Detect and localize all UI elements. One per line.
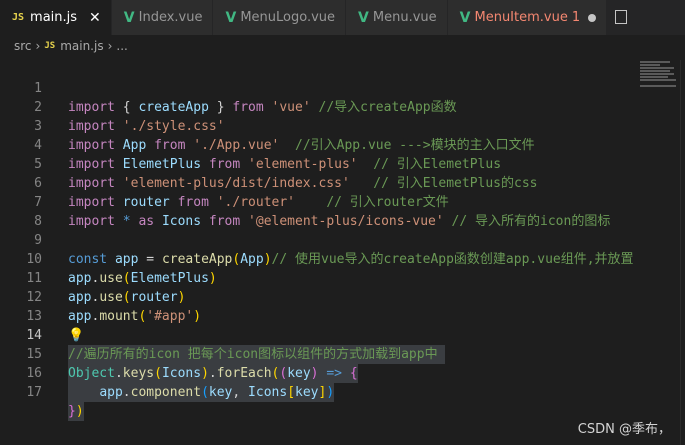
close-icon[interactable]: ✕ [89, 10, 101, 26]
problem-count-badge: 1 [571, 10, 581, 25]
tab-menuitem-vue[interactable]: V MenuItem.vue 1 [447, 0, 608, 35]
code-text: app.component(key, Icons[key]) [68, 383, 335, 402]
code-line: 15 Object.keys(Icons).forEach((key) => { [0, 326, 640, 383]
code-editor[interactable]: 1 import { createApp } from 'vue' //导入cr… [0, 60, 640, 421]
js-icon: JS [12, 12, 25, 23]
vertical-scrollbar[interactable] [680, 60, 685, 445]
tab-label: Menu.vue [372, 10, 437, 25]
breadcrumb-folder[interactable]: src [14, 39, 32, 53]
code-line: 7 import * as Icons from '@element-plus/… [0, 174, 640, 229]
breadcrumb-more[interactable]: ... [116, 39, 127, 53]
tab-index-vue[interactable]: V Index.vue [111, 0, 214, 35]
code-line: 6 import router from './router' // 引入rou… [0, 155, 640, 210]
vue-icon: V [358, 9, 369, 26]
js-icon: JS [44, 41, 56, 51]
code-line: 1 import { createApp } from 'vue' //导入cr… [0, 60, 640, 115]
chevron-right-icon: › [35, 39, 41, 53]
code-line: 14 //遍历所有的icon 把每个icon图标以组件的方式加载到app中 [0, 307, 640, 364]
chevron-right-icon: › [107, 39, 113, 53]
code-line: 4 import ElemetPlus from 'element-plus' … [0, 117, 640, 172]
vue-icon: V [123, 9, 135, 26]
line-number: 17 [26, 385, 42, 400]
tab-menulogo-vue[interactable]: V MenuLogo.vue [213, 0, 347, 35]
code-line: 13 💡 [0, 288, 640, 343]
code-line: 10 app.use(ElemetPlus) [0, 231, 640, 286]
code-line: 16 app.component(key, Icons[key]) [0, 345, 640, 402]
code-text: }) [68, 402, 84, 421]
code-line: 12 app.mount('#app') [0, 269, 640, 324]
tab-label: MenuLogo.vue [240, 10, 336, 25]
editor-tab-bar: JS main.js ✕ V Index.vue V MenuLogo.vue … [0, 0, 685, 35]
vue-icon: V [459, 9, 471, 26]
code-line: 17 }) [0, 364, 640, 421]
tab-label: Index.vue [138, 10, 203, 25]
vue-icon: V [225, 9, 237, 26]
code-line: 2 import './style.css' [0, 79, 640, 134]
tab-label: MenuItem.vue [474, 10, 568, 25]
code-line: 9 const app = createApp(App)// 使用vue导入的c… [0, 212, 640, 267]
code-line: 3 import App from './App.vue' //引入App.vu… [0, 98, 640, 153]
breadcrumb: src › JS main.js › ... [0, 35, 685, 57]
tab-label: main.js [30, 10, 78, 25]
tab-menu-vue[interactable]: V Menu.vue [346, 0, 448, 35]
code-line: 5 import 'element-plus/dist/index.css' /… [0, 136, 640, 191]
watermark: CSDN @季布， [577, 422, 671, 437]
unsaved-dot-icon[interactable] [588, 13, 597, 22]
code-line: 8 [0, 193, 640, 229]
tab-main-js[interactable]: JS main.js ✕ [0, 0, 112, 35]
minimap[interactable] [640, 60, 680, 100]
code-line: 11 app.use(router) [0, 250, 640, 305]
breadcrumb-file[interactable]: main.js [60, 39, 103, 53]
split-editor-icon[interactable] [615, 10, 628, 24]
